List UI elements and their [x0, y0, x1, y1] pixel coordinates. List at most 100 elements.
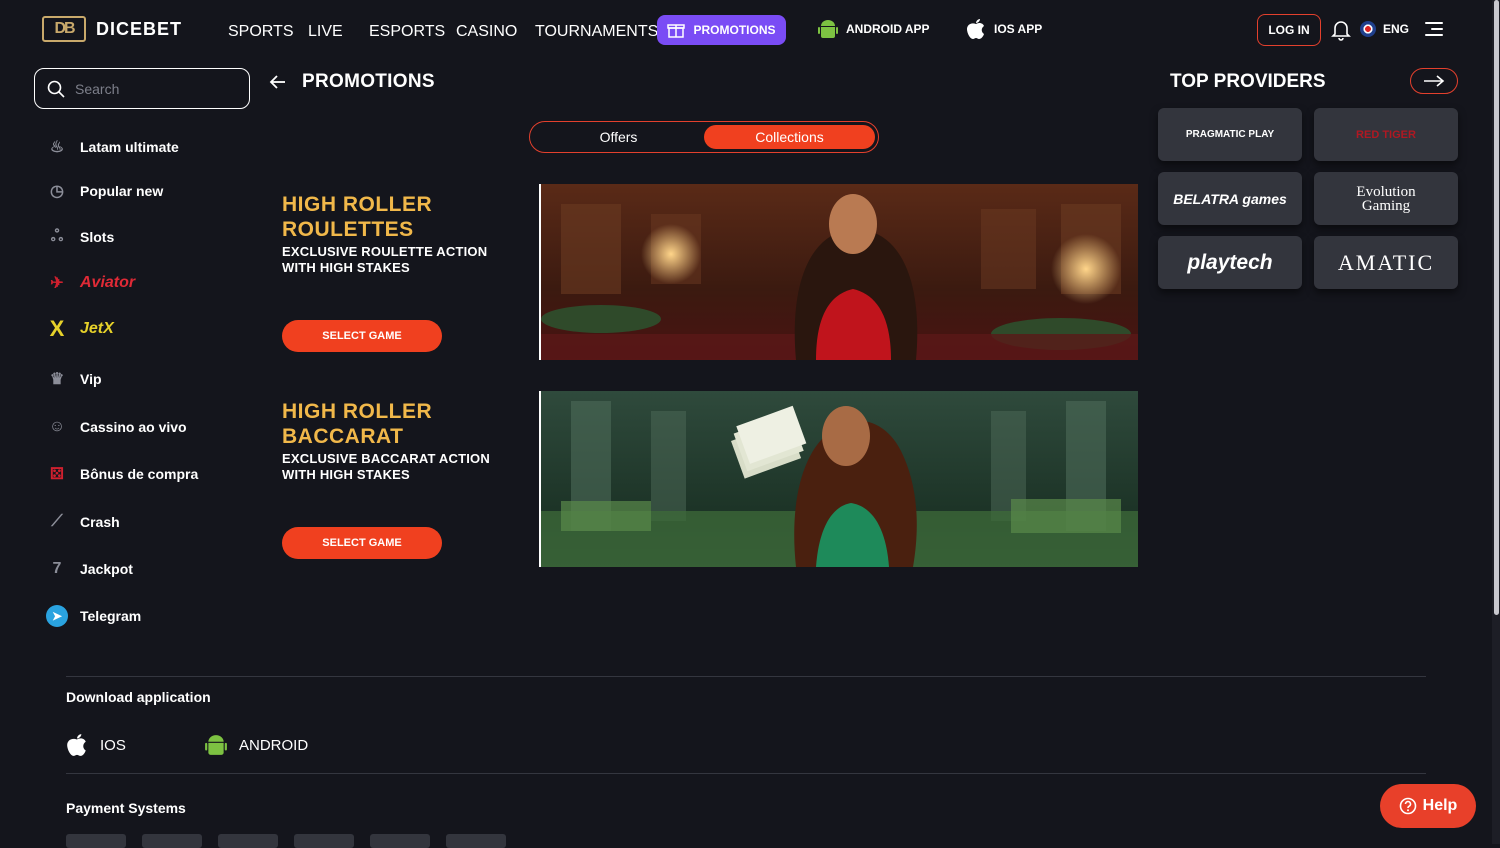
payment-logo — [142, 834, 202, 848]
android-icon — [205, 735, 227, 755]
page-title: PROMOTIONS — [302, 71, 435, 92]
apple-icon — [67, 734, 86, 756]
tab-switcher: Offers Collections — [529, 121, 879, 153]
provider-amatic[interactable]: AMATIC — [1314, 236, 1458, 289]
provider-pragmatic-play[interactable]: PRAGMATIC PLAY — [1158, 108, 1302, 161]
promo-image-baccarat[interactable] — [539, 391, 1138, 567]
download-ios-link[interactable]: IOS — [66, 733, 126, 757]
sidebar-item-aviator[interactable]: ✈ Aviator — [46, 272, 135, 294]
help-icon — [1399, 797, 1416, 815]
provider-red-tiger[interactable]: RED TIGER — [1314, 108, 1458, 161]
top-providers-title: TOP PROVIDERS — [1170, 71, 1326, 92]
sidebar-item-latam-ultimate[interactable]: ♨ Latam ultimate — [46, 136, 179, 158]
promotions-label: PROMOTIONS — [693, 23, 776, 37]
nav-tournaments[interactable]: TOURNAMENTS — [535, 23, 658, 41]
sidebar-item-jackpot[interactable]: 7 Jackpot — [46, 558, 133, 580]
payment-logo — [294, 834, 354, 848]
select-game-button[interactable]: SELECT GAME — [282, 527, 442, 559]
sidebar-item-label: Telegram — [80, 608, 142, 624]
top-header: DB DICEBET SPORTS LIVE ESPORTS CASINO TO… — [0, 0, 1500, 60]
payment-systems-title: Payment Systems — [66, 800, 186, 816]
download-android-label: ANDROID — [239, 736, 309, 754]
dealer-icon: ☺ — [48, 418, 66, 435]
apple-icon — [967, 19, 984, 39]
back-arrow-icon[interactable] — [268, 72, 288, 92]
clock-icon: ◷ — [50, 183, 64, 200]
sidebar-item-jetx[interactable]: X JetX — [46, 316, 114, 341]
provider-label: playtech — [1187, 250, 1273, 274]
telegram-icon: ➤ — [46, 605, 68, 627]
android-icon — [818, 20, 838, 38]
provider-label: PRAGMATIC PLAY — [1185, 129, 1275, 140]
logo-mark: DB — [42, 16, 86, 42]
sidebar-item-label: JetX — [80, 320, 114, 337]
language-selector[interactable]: ENG — [1360, 21, 1409, 37]
footer-divider — [66, 773, 1426, 774]
select-game-button[interactable]: SELECT GAME — [282, 320, 442, 352]
roulette-hall-illustration — [541, 184, 1138, 360]
brand-name: DICEBET — [96, 18, 183, 39]
scrollbar-thumb[interactable] — [1494, 0, 1499, 615]
download-android-link[interactable]: ANDROID — [205, 733, 308, 757]
sidebar-item-cassino-ao-vivo[interactable]: ☺ Cassino ao vivo — [46, 416, 187, 438]
sidebar-item-telegram[interactable]: ➤ Telegram — [46, 605, 141, 627]
help-label: Help — [1422, 797, 1458, 814]
promo-card: HIGH ROLLER BACCARAT EXCLUSIVE BACCARAT … — [282, 391, 1142, 567]
tab-collections[interactable]: Collections — [704, 125, 875, 149]
provider-label: BELATRA games — [1173, 190, 1287, 207]
bell-icon[interactable] — [1331, 19, 1351, 41]
ios-app-label: IOS APP — [994, 22, 1043, 36]
sidebar-item-label: Bônus de compra — [80, 466, 199, 482]
sidebar-item-popular-new[interactable]: ◷ Popular new — [46, 180, 163, 202]
promotions-button[interactable]: PROMOTIONS — [657, 15, 786, 45]
cherries-icon: ஃ — [50, 228, 64, 245]
hamburger-menu-icon[interactable] — [1425, 22, 1443, 36]
baccarat-hall-illustration — [541, 391, 1138, 567]
nav-esports[interactable]: ESPORTS — [369, 23, 445, 41]
providers-next-button[interactable] — [1410, 68, 1458, 94]
android-app-link[interactable]: ANDROID APP — [818, 18, 930, 40]
language-label: ENG — [1383, 22, 1410, 36]
provider-belatra[interactable]: BELATRA games — [1158, 172, 1302, 225]
gift-icon — [667, 24, 686, 38]
uk-flag-icon — [1360, 21, 1376, 37]
promo-subtitle: EXCLUSIVE BACCARAT ACTION WITH HIGH STAK… — [282, 451, 490, 482]
login-button[interactable]: LOG IN — [1257, 14, 1321, 46]
sidebar-item-bonus-de-compra[interactable]: ⚄ Bônus de compra — [46, 463, 198, 485]
payment-logo — [446, 834, 506, 848]
download-ios-label: IOS — [100, 736, 126, 754]
promo-title: HIGH ROLLER ROULETTES — [282, 193, 433, 241]
arrow-right-icon — [1424, 75, 1445, 87]
provider-evolution-gaming[interactable]: Evolution Gaming — [1314, 172, 1458, 225]
provider-playtech[interactable]: playtech — [1158, 236, 1302, 289]
nav-sports[interactable]: SPORTS — [228, 23, 294, 41]
provider-label: RED TIGER — [1356, 128, 1416, 141]
bonus-icon: ⚄ — [50, 466, 64, 483]
jackpot-icon: 7 — [52, 560, 62, 577]
nav-casino[interactable]: CASINO — [456, 23, 517, 41]
tab-offers[interactable]: Offers — [533, 125, 704, 149]
payment-logo — [66, 834, 126, 848]
sidebar-item-vip[interactable]: ♛ Vip — [46, 368, 102, 390]
footer-divider — [66, 676, 1426, 677]
sidebar-item-label: Vip — [80, 371, 102, 387]
payment-logo — [218, 834, 278, 848]
promo-title: HIGH ROLLER BACCARAT — [282, 400, 433, 448]
sidebar-item-crash[interactable]: ⟋ Crash — [46, 511, 119, 533]
search-box[interactable] — [34, 68, 250, 109]
help-button[interactable]: Help — [1380, 784, 1476, 828]
sidebar-item-label: Slots — [80, 229, 115, 245]
download-title: Download application — [66, 689, 211, 705]
sidebar-item-label: Aviator — [80, 274, 136, 291]
nav-live[interactable]: LIVE — [308, 23, 343, 41]
search-icon — [47, 80, 65, 98]
logo[interactable]: DB DICEBET — [42, 16, 182, 42]
promo-card: HIGH ROLLER ROULETTES EXCLUSIVE ROULETTE… — [282, 184, 1142, 360]
ios-app-link[interactable]: IOS APP — [966, 18, 1042, 40]
jetx-icon: X — [49, 316, 65, 341]
sidebar-item-slots[interactable]: ஃ Slots — [46, 226, 115, 248]
search-input[interactable] — [73, 79, 233, 98]
promo-subtitle: EXCLUSIVE ROULETTE ACTION WITH HIGH STAK… — [282, 244, 488, 275]
promo-image-roulette[interactable] — [539, 184, 1138, 360]
plane-icon: ✈ — [50, 275, 64, 292]
